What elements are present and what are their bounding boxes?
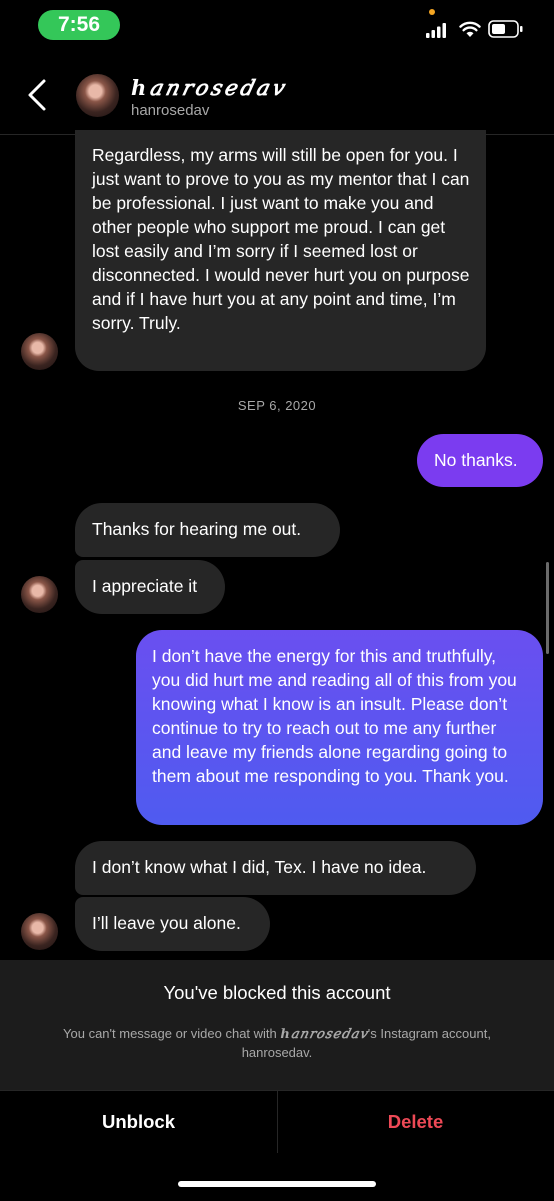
home-indicator[interactable] xyxy=(178,1181,376,1187)
chat-header: ℎ𝑎𝑛𝑟𝑜𝑠𝑒𝑑𝑎𝑣 hanrosedav xyxy=(0,50,554,135)
received-message[interactable]: I don’t know what I did, Tex. I have no … xyxy=(75,841,476,895)
header-avatar[interactable] xyxy=(76,74,119,117)
battery-icon xyxy=(488,20,523,38)
blocked-desc-name: ℎ𝑎𝑛𝑟𝑜𝑠𝑒𝑑𝑎𝑣 xyxy=(280,1027,368,1042)
privacy-indicator-dot xyxy=(429,9,435,15)
received-message[interactable]: I appreciate it xyxy=(75,560,225,614)
blocked-desc-username: hanrosedav. xyxy=(241,1045,313,1060)
sender-avatar xyxy=(21,913,58,950)
date-separator: SEP 6, 2020 xyxy=(237,398,317,413)
received-message[interactable]: Thanks for hearing me out. xyxy=(75,503,340,557)
sent-message[interactable]: I don’t have the energy for this and tru… xyxy=(136,630,543,825)
status-time: 7:56 xyxy=(38,10,120,40)
delete-button[interactable]: Delete xyxy=(277,1111,554,1133)
blocked-notice: You've blocked this account You can't me… xyxy=(0,960,554,1090)
blocked-description: You can't message or video chat with ℎ𝑎𝑛… xyxy=(20,1025,534,1062)
header-username[interactable]: hanrosedav xyxy=(131,102,209,119)
scroll-indicator[interactable] xyxy=(546,562,549,654)
sender-avatar xyxy=(21,576,58,613)
back-arrow-icon[interactable] xyxy=(24,78,54,112)
unblock-button[interactable]: Unblock xyxy=(0,1111,277,1133)
sent-message[interactable]: No thanks. xyxy=(417,434,543,487)
received-message[interactable]: Regardless, my arms will still be open f… xyxy=(75,130,486,371)
blocked-desc-suffix: 's Instagram account, xyxy=(367,1026,491,1041)
blocked-title: You've blocked this account xyxy=(163,982,391,1003)
blocked-desc-prefix: You can't message or video chat with xyxy=(63,1026,281,1041)
status-bar: 7:56 xyxy=(0,0,554,50)
wifi-icon xyxy=(459,21,481,37)
header-display-name[interactable]: ℎ𝑎𝑛𝑟𝑜𝑠𝑒𝑑𝑎𝑣 xyxy=(131,75,286,100)
received-message[interactable]: I’ll leave you alone. xyxy=(75,897,270,951)
signal-icon xyxy=(426,23,446,38)
sender-avatar xyxy=(21,333,58,370)
